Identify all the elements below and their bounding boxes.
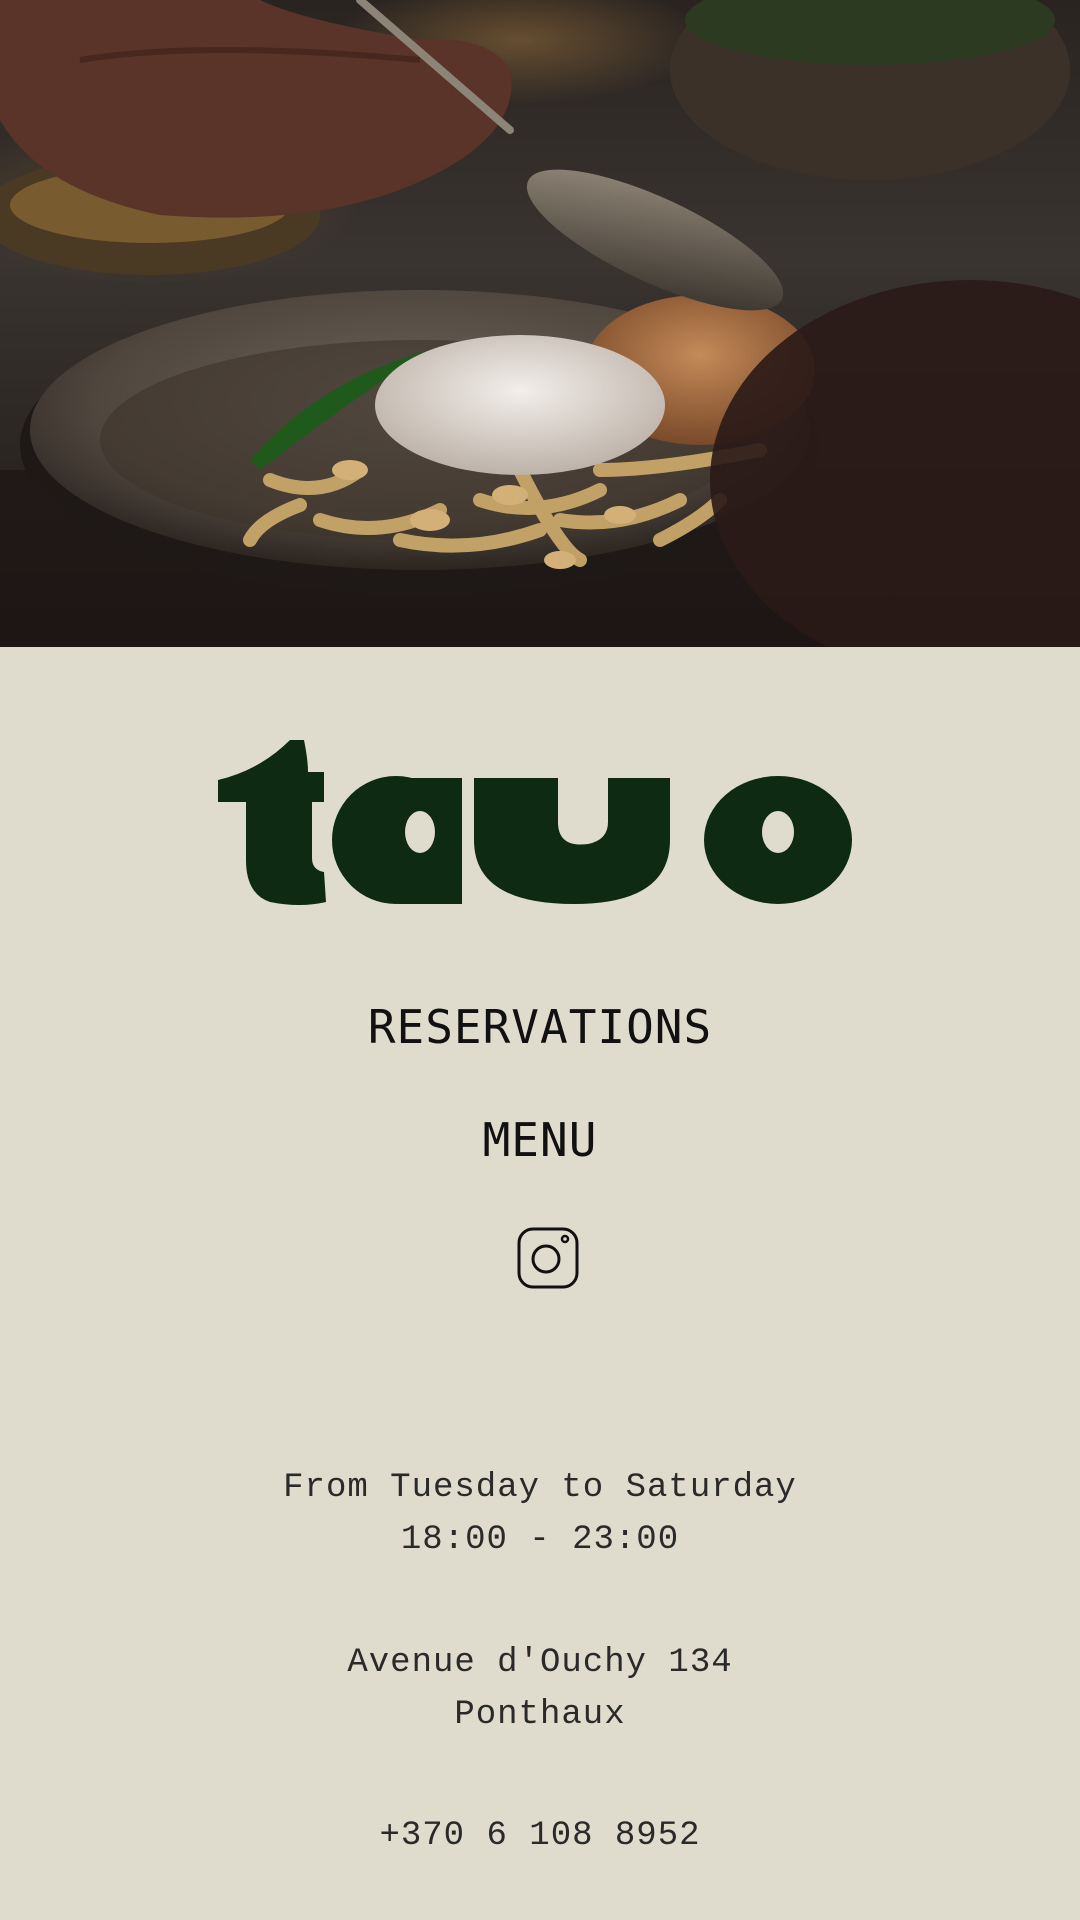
phone-number[interactable]: +370 6 108 8952 xyxy=(0,1810,1080,1862)
menu-link[interactable]: MENU xyxy=(0,1113,1080,1167)
tavo-logo: tavo xyxy=(218,740,852,905)
opening-hours: From Tuesday to Saturday 18:00 - 23:00 xyxy=(0,1462,1080,1566)
instagram-icon[interactable] xyxy=(516,1226,580,1290)
hero-food-photo xyxy=(0,0,1080,647)
phone-number-text[interactable]: +370 6 108 8952 xyxy=(0,1810,1080,1862)
address-city: Ponthaux xyxy=(454,1696,626,1734)
reservations-link[interactable]: RESERVATIONS xyxy=(0,1000,1080,1054)
opening-days: From Tuesday to Saturday xyxy=(283,1469,797,1507)
opening-time: 18:00 - 23:00 xyxy=(400,1521,680,1559)
address: Avenue d'Ouchy 134 Ponthaux xyxy=(0,1637,1080,1741)
food-photo-illustration xyxy=(0,0,1080,647)
address-street: Avenue d'Ouchy 134 xyxy=(347,1644,733,1682)
landing-page: tavo RESERVATIONS MENU From Tuesday to S… xyxy=(0,0,1080,1920)
